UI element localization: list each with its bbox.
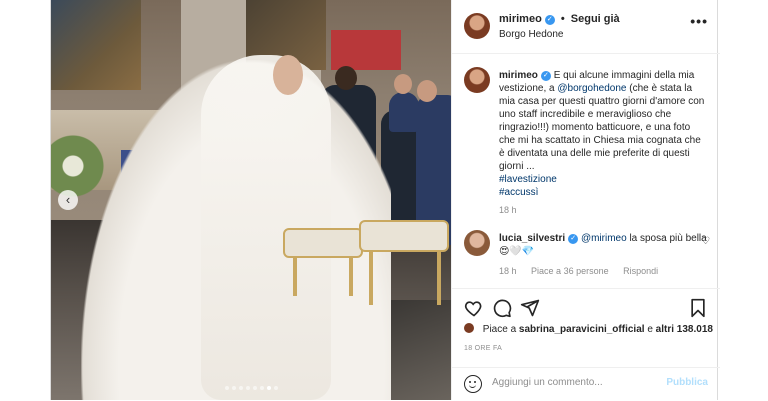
comment-text: lucia_silvestri ✓ @mirimeo la sposa più b…: [499, 232, 709, 258]
comments-section[interactable]: mirimeo ✓ E qui alcune immagini della mia…: [452, 54, 720, 288]
photo-kneeler-leg: [349, 256, 353, 296]
photo-guest: [389, 92, 419, 132]
share-icon[interactable]: [520, 298, 540, 318]
carousel-dot: [259, 386, 264, 390]
carousel-dots: [51, 386, 451, 390]
caption-text-part: (che è stata la mia casa per questi quat…: [499, 83, 705, 172]
caption-mention-link[interactable]: @borgohedone: [557, 83, 626, 94]
post-photo[interactable]: ‹: [51, 0, 451, 400]
header-user-line: mirimeo ✓ • Segui già: [499, 13, 620, 25]
post-location[interactable]: Borgo Hedone: [499, 29, 564, 40]
more-options-icon[interactable]: •••: [690, 13, 708, 29]
carousel-dot: [266, 386, 271, 390]
caption-meta: 18 h: [499, 205, 529, 215]
comment-time[interactable]: 18 h: [499, 266, 517, 276]
caption-time[interactable]: 18 h: [499, 205, 517, 215]
hashtag-link[interactable]: #accussì: [499, 186, 709, 199]
verified-badge-icon: ✓: [544, 15, 555, 25]
header-separator: •: [560, 13, 565, 25]
comment-mention-link[interactable]: @mirimeo: [581, 233, 627, 244]
emoji-icon[interactable]: [464, 375, 482, 393]
comment-likes[interactable]: Piace a 36 persone: [531, 266, 609, 276]
photo-kneeler-leg: [437, 250, 441, 305]
comment-meta: 18 h Piace a 36 persone Rispondi: [499, 266, 670, 276]
photo-kneeler: [359, 220, 449, 252]
carousel-dot: [224, 386, 229, 390]
comment-icon[interactable]: [492, 298, 512, 318]
like-comment-heart-icon[interactable]: ♡: [701, 236, 710, 247]
post-header: mirimeo ✓ • Segui già Borgo Hedone •••: [452, 0, 720, 54]
post-date[interactable]: 18 ORE FA: [464, 345, 502, 352]
avatar[interactable]: [464, 67, 490, 93]
likes-conjunction: e: [647, 324, 653, 335]
photo-kneeler-leg: [369, 250, 373, 305]
photo-guest-head: [417, 80, 437, 102]
carousel-dot: [245, 386, 250, 390]
post-side-panel: mirimeo ✓ • Segui già Borgo Hedone ••• mi…: [451, 0, 720, 400]
caption-username[interactable]: mirimeo: [499, 70, 538, 81]
add-comment-bar: Pubblica: [452, 367, 720, 401]
bookmark-icon[interactable]: [688, 298, 708, 318]
instagram-post: ‹ mirimeo ✓ • Segui già Borgo Hedone ••• …: [50, 0, 720, 400]
verified-badge-icon: ✓: [540, 71, 551, 81]
photo-kneeler: [283, 228, 363, 258]
likes-prefix: Piace a: [482, 324, 517, 335]
caption-text: mirimeo ✓ E qui alcune immagini della mia…: [499, 69, 709, 199]
photo-guest-head: [394, 74, 412, 94]
verified-badge-icon: ✓: [568, 234, 579, 244]
avatar: [464, 323, 474, 333]
photo-bride-head: [273, 55, 303, 95]
avatar[interactable]: [464, 230, 490, 256]
heart-icon[interactable]: [464, 298, 484, 318]
reply-button[interactable]: Rispondi: [623, 266, 658, 276]
comment-username[interactable]: lucia_silvestri: [499, 233, 565, 244]
carousel-dot: [238, 386, 243, 390]
carousel-dot: [252, 386, 257, 390]
likes-user-link[interactable]: sabrina_paravicini_official: [519, 324, 645, 335]
following-button[interactable]: Segui già: [571, 13, 620, 25]
publish-button[interactable]: Pubblica: [666, 377, 708, 388]
likes-summary: Piace a sabrina_paravicini_official e al…: [464, 323, 713, 335]
likes-others-link[interactable]: altri 138.018: [656, 324, 713, 335]
hashtag-link[interactable]: #lavestizione: [499, 173, 709, 186]
carousel-dot: [231, 386, 236, 390]
photo-kneeler-leg: [293, 256, 297, 296]
post-actions: Piace a sabrina_paravicini_official e al…: [452, 288, 720, 400]
carousel-dot: [273, 386, 278, 390]
header-username[interactable]: mirimeo: [499, 13, 542, 25]
comment-input[interactable]: [492, 377, 652, 388]
avatar[interactable]: [464, 13, 490, 39]
carousel-prev-button[interactable]: ‹: [58, 190, 78, 210]
